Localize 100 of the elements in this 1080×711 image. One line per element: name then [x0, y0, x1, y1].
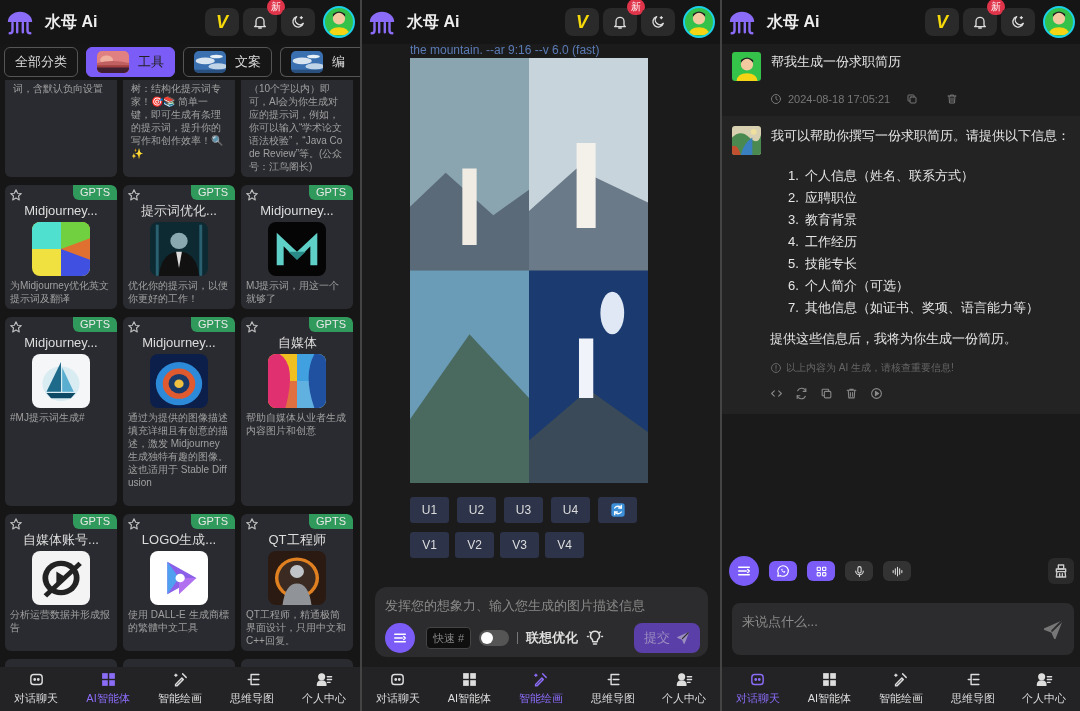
upscale-button[interactable]: U2 — [457, 497, 496, 523]
clear-button[interactable] — [1048, 558, 1074, 584]
star-icon[interactable] — [9, 517, 23, 531]
star-icon[interactable] — [245, 517, 259, 531]
nav-tab[interactable]: AI智能体 — [72, 667, 144, 711]
category-tab[interactable]: 编 — [280, 47, 360, 77]
brush-icon — [532, 671, 550, 689]
menu-button[interactable] — [385, 623, 415, 653]
microphone-button[interactable] — [845, 561, 873, 581]
nav-tab[interactable]: 思维导图 — [576, 667, 649, 711]
bell-icon — [972, 14, 988, 30]
copy-icon[interactable] — [906, 93, 919, 106]
copy-icon[interactable] — [820, 387, 833, 400]
agent-description: #MJ提示词生成# — [10, 411, 86, 424]
nav-tab[interactable]: 个人中心 — [1008, 667, 1080, 711]
moon-icon — [1010, 14, 1026, 30]
delete-icon[interactable] — [845, 387, 858, 400]
tag-badge: GPTS — [73, 185, 117, 200]
theme-button[interactable] — [1001, 8, 1035, 36]
send-icon[interactable] — [1042, 619, 1064, 641]
agent-description: 词，含默认负向设置 — [13, 82, 104, 95]
mode-selector[interactable]: 快速 # — [426, 626, 472, 650]
agent-description: 使用 DALL-E 生成商標的繁體中文工具 — [128, 608, 230, 634]
agent-description: 帮助自媒体从业者生成内容图片和创意 — [246, 411, 347, 437]
avatar[interactable] — [683, 6, 715, 38]
menu-button[interactable] — [729, 556, 759, 586]
theme-button[interactable] — [641, 8, 675, 36]
nav-tab[interactable]: 智能绘画 — [505, 667, 577, 711]
star-icon[interactable] — [127, 320, 141, 334]
agent-description: 为Midjourney优化英文提示词及翻译 — [10, 279, 110, 305]
vip-button[interactable]: V — [205, 8, 239, 36]
apps-button[interactable] — [807, 561, 835, 581]
category-tab[interactable]: 全部分类 — [4, 47, 78, 77]
nav-tab[interactable]: 思维导图 — [936, 667, 1009, 711]
variation-button[interactable]: V4 — [545, 532, 584, 558]
prompt-field[interactable]: 发挥您的想象力、输入您生成的图片描述信息 — [385, 595, 700, 616]
nav-tab[interactable]: 思维导图 — [216, 667, 288, 711]
grid-icon — [460, 671, 478, 689]
nav-tab[interactable]: AI智能体 — [793, 667, 866, 711]
nav-tab[interactable]: 对话聊天 — [362, 667, 434, 711]
star-icon[interactable] — [245, 188, 259, 202]
agent-title: 提示词优化... — [140, 203, 218, 219]
upscale-button[interactable]: U1 — [410, 497, 449, 523]
list-number: 3. — [788, 210, 799, 229]
category-tab[interactable]: 文案 — [183, 47, 272, 77]
nav-tab[interactable]: 对话聊天 — [722, 667, 794, 711]
message-text: 我可以帮助你撰写一份求职简历。请提供以下信息： — [771, 126, 1070, 145]
upscale-button[interactable]: U4 — [551, 497, 590, 523]
star-icon[interactable] — [127, 517, 141, 531]
star-icon[interactable] — [245, 320, 259, 334]
list-number: 4. — [788, 232, 799, 251]
nav-tab[interactable]: 对话聊天 — [0, 667, 72, 711]
theme-button[interactable] — [281, 8, 315, 36]
lightbulb-icon[interactable] — [586, 629, 605, 647]
voice-button[interactable] — [883, 561, 911, 581]
upscale-button[interactable]: U3 — [504, 497, 543, 523]
app-title: 水母 Ai — [767, 12, 820, 32]
reroll-button[interactable] — [598, 497, 637, 523]
chat-input[interactable]: 来说点什么... — [742, 611, 1042, 631]
avatar[interactable] — [323, 6, 355, 38]
nav-tab[interactable]: 智能绘画 — [865, 667, 937, 711]
timestamp: 2024-08-18 17:05:21 — [788, 92, 891, 107]
variation-button[interactable]: V2 — [455, 532, 494, 558]
vip-button[interactable]: V — [925, 8, 959, 36]
star-icon[interactable] — [127, 188, 141, 202]
broom-icon — [1053, 563, 1069, 579]
agent-title: QT工程师 — [267, 532, 327, 548]
variation-button[interactable]: V1 — [410, 532, 449, 558]
clock-icon — [770, 93, 782, 106]
agent-title: LOGO生成... — [140, 532, 218, 548]
play-icon[interactable] — [870, 387, 883, 400]
chat-mode-button[interactable] — [769, 561, 797, 581]
star-icon[interactable] — [9, 320, 23, 334]
waveform-icon — [890, 564, 904, 578]
grid-icon — [820, 671, 838, 689]
agent-title: Midjourney... — [23, 335, 99, 351]
moon-icon — [290, 14, 306, 30]
agent-description: （10个字以内）即可，AI会为你生成对应的提示词，例如，你可以输入“学术论文语法校验”，“Java Code Review”等。(公众号：江鸟阁长) — [249, 82, 344, 173]
agent-description: 通过为提供的图像描述填充详细且有创意的描述，激发 Midjourney 生成独特有趣的图像。这也适用于 Stable Diffusion — [128, 411, 229, 489]
nav-tab[interactable]: 智能绘画 — [144, 667, 216, 711]
new-badge: 新 — [987, 0, 1005, 15]
info-icon — [770, 361, 782, 374]
nav-tab[interactable]: 个人中心 — [648, 667, 720, 711]
chat-input-box[interactable]: 来说点什么... — [732, 603, 1074, 655]
toggle-switch[interactable] — [479, 630, 510, 646]
star-icon[interactable] — [9, 188, 23, 202]
variation-button[interactable]: V3 — [500, 532, 539, 558]
vip-button[interactable]: V — [565, 8, 599, 36]
category-tab[interactable]: 工具 — [86, 47, 175, 77]
grid-icon — [814, 564, 828, 578]
agent-description: 树：结构化提示词专家！🎯📚 简单一键，即可生成有条理的提示词，提升你的写作和创作效率！🔍✨ — [131, 82, 224, 160]
nav-tab[interactable]: 个人中心 — [288, 667, 360, 711]
delete-icon[interactable] — [946, 93, 959, 106]
code-icon[interactable] — [770, 387, 783, 400]
regenerate-icon[interactable] — [795, 387, 808, 400]
avatar[interactable] — [1043, 6, 1075, 38]
list-number: 1. — [788, 166, 799, 185]
prompt-input-panel[interactable]: 发挥您的想象力、输入您生成的图片描述信息 快速 # 联想优化 提交 — [375, 587, 708, 657]
list-number: 7. — [788, 298, 799, 317]
nav-tab[interactable]: AI智能体 — [433, 667, 506, 711]
